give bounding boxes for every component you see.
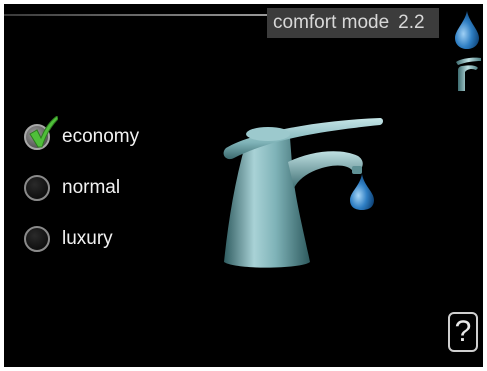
help-button[interactable]: ? [448,312,478,352]
display-screen: comfort mode 2.2 economy normal luxury ? [4,4,483,367]
option-label-luxury: luxury [62,228,113,249]
option-label-economy: economy [62,126,140,147]
option-luxury[interactable]: luxury [24,222,184,256]
menu-number: 2.2 [398,12,425,33]
radio-luxury[interactable] [24,226,50,252]
page-title: comfort mode [273,12,390,33]
menu-title-bar: comfort mode 2.2 [267,8,439,38]
faucet-with-drop-icon [223,118,383,268]
header-divider [4,14,270,16]
water-drop-icon [455,11,479,49]
radio-normal[interactable] [24,175,50,201]
faucet-small-icon [456,57,481,91]
check-mark-icon [29,116,58,148]
option-label-normal: normal [62,177,121,198]
help-label: ? [454,315,472,348]
option-economy[interactable]: economy [24,116,184,154]
option-normal[interactable]: normal [24,171,184,205]
